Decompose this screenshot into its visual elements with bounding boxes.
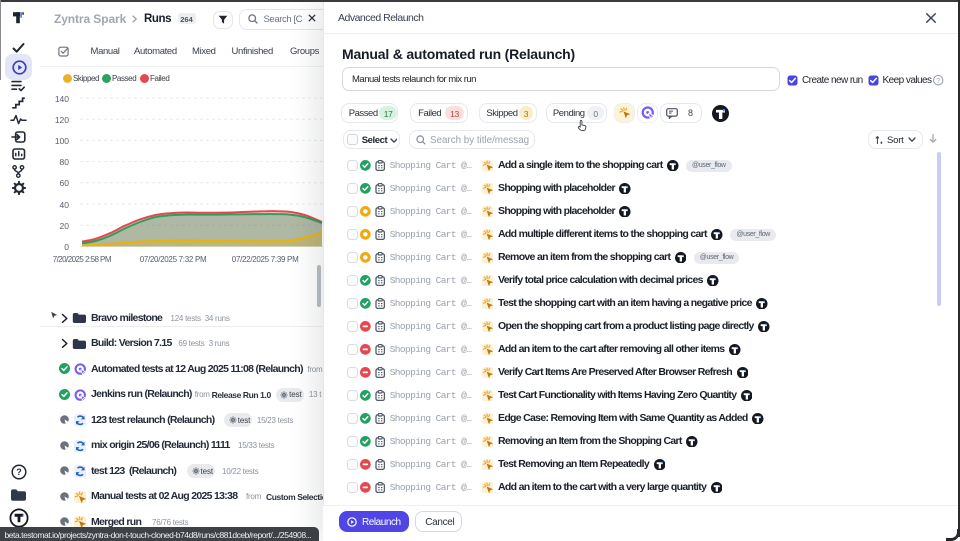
svg-text:?: ?: [936, 78, 940, 85]
svg-text:?: ?: [16, 467, 22, 477]
